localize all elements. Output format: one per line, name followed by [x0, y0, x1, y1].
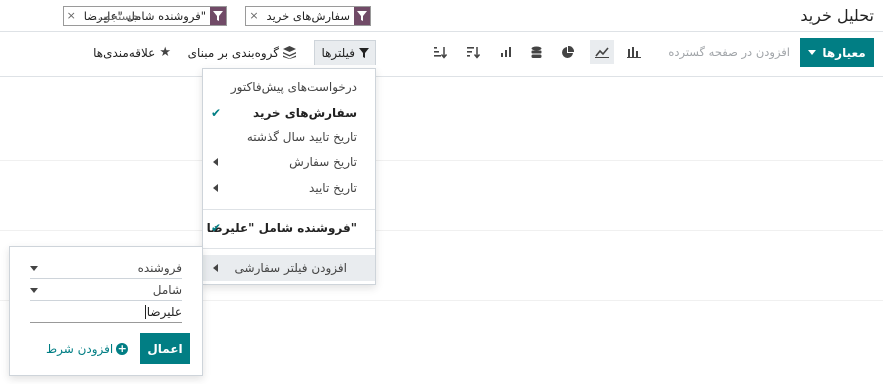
measures-label: معیارها	[822, 45, 866, 60]
field-select-value: فروشنده	[137, 261, 182, 275]
bar-chart-icon[interactable]	[622, 40, 646, 64]
operator-select[interactable]: شامل	[30, 280, 182, 301]
dropdown-divider	[203, 248, 375, 249]
filters-button[interactable]: فیلترها	[314, 40, 376, 65]
filter-item-label: سفارش‌های خرید	[253, 106, 357, 120]
filter-item-rfq[interactable]: درخواست‌های پیش‌فاکتور	[203, 75, 375, 99]
filter-item-label: تاریخ تایید سال گذشته	[246, 130, 357, 144]
operator-select-value: شامل	[152, 283, 182, 297]
custom-filter-panel: فروشنده شامل علیرضا اعمال + افزودن شرط	[9, 246, 203, 376]
filter-item-purchase-orders[interactable]: سفارش‌های خرید ✔	[203, 101, 375, 125]
check-icon: ✔	[211, 221, 222, 235]
filter-icon	[354, 7, 370, 25]
star-icon: ★	[159, 45, 171, 60]
filter-item-label: درخواست‌های پیش‌فاکتور	[230, 80, 357, 94]
group-by-button[interactable]: گروه‌بندی بر مبنای	[188, 40, 296, 65]
value-input[interactable]: علیرضا	[30, 302, 182, 323]
chevron-left-icon	[213, 184, 218, 192]
add-condition-label: افزودن شرط	[46, 342, 114, 356]
measures-button[interactable]: معیارها	[800, 38, 874, 67]
favorites-button[interactable]: ★ علاقه‌مندی‌ها	[93, 40, 171, 65]
chevron-down-icon	[808, 50, 817, 55]
chevron-down-icon	[30, 266, 38, 271]
plus-circle-icon: +	[116, 342, 129, 355]
filters-label: فیلترها	[321, 46, 355, 60]
add-custom-filter[interactable]: افزودن فیلتر سفارشی	[203, 255, 375, 281]
filter-item-label: افزودن فیلتر سفارشی	[234, 261, 347, 275]
filter-item-label: "فروشنده شامل "علیرضا	[206, 221, 357, 235]
filter-item-order-date[interactable]: تاریخ سفارش	[203, 150, 375, 174]
group-by-label: گروه‌بندی بر مبنای	[187, 45, 279, 60]
sort-amount-icon[interactable]	[494, 40, 518, 64]
text-cursor	[144, 305, 146, 319]
facet-label: سفارش‌های خرید	[266, 9, 350, 23]
favorites-label: علاقه‌مندی‌ها	[93, 45, 156, 60]
layers-icon	[283, 46, 296, 59]
insert-in-spreadsheet-link[interactable]: افزودن در صفحه گسترده	[668, 45, 790, 59]
value-input-text: علیرضا	[146, 305, 182, 319]
filter-item-last-year-confirm[interactable]: تاریخ تایید سال گذشته	[203, 125, 375, 149]
filter-icon	[210, 7, 226, 25]
descending-icon[interactable]	[461, 40, 485, 64]
search-input[interactable]	[21, 6, 141, 26]
filter-item-confirm-date[interactable]: تاریخ تایید	[203, 176, 375, 200]
ascending-icon[interactable]	[428, 40, 452, 64]
chart-gridline	[0, 160, 883, 161]
pie-chart-icon[interactable]	[555, 40, 579, 64]
filter-item-label: تاریخ تایید	[309, 181, 357, 195]
database-icon[interactable]	[524, 40, 548, 64]
apply-button[interactable]: اعمال	[140, 333, 190, 364]
filter-item-vendor-contains[interactable]: "فروشنده شامل "علیرضا ✔	[203, 216, 375, 240]
page-title: تحلیل خرید	[800, 6, 874, 25]
line-chart-icon[interactable]	[590, 40, 614, 64]
filter-icon	[359, 48, 369, 58]
field-select[interactable]: فروشنده	[30, 258, 182, 279]
filter-item-label: تاریخ سفارش	[289, 155, 357, 169]
dropdown-divider	[203, 209, 375, 210]
add-condition-button[interactable]: + افزودن شرط	[46, 342, 129, 356]
check-icon: ✔	[211, 106, 222, 120]
chevron-left-icon	[213, 264, 218, 272]
divider	[0, 31, 883, 32]
remove-facet-button[interactable]: ×	[246, 7, 262, 25]
filters-dropdown: درخواست‌های پیش‌فاکتور سفارش‌های خرید ✔ …	[202, 68, 376, 285]
chart-gridline	[0, 230, 883, 231]
search-facet-purchase-orders: سفارش‌های خرید ×	[245, 6, 371, 26]
divider	[0, 76, 883, 77]
chevron-down-icon	[30, 288, 38, 293]
chevron-left-icon	[213, 158, 218, 166]
